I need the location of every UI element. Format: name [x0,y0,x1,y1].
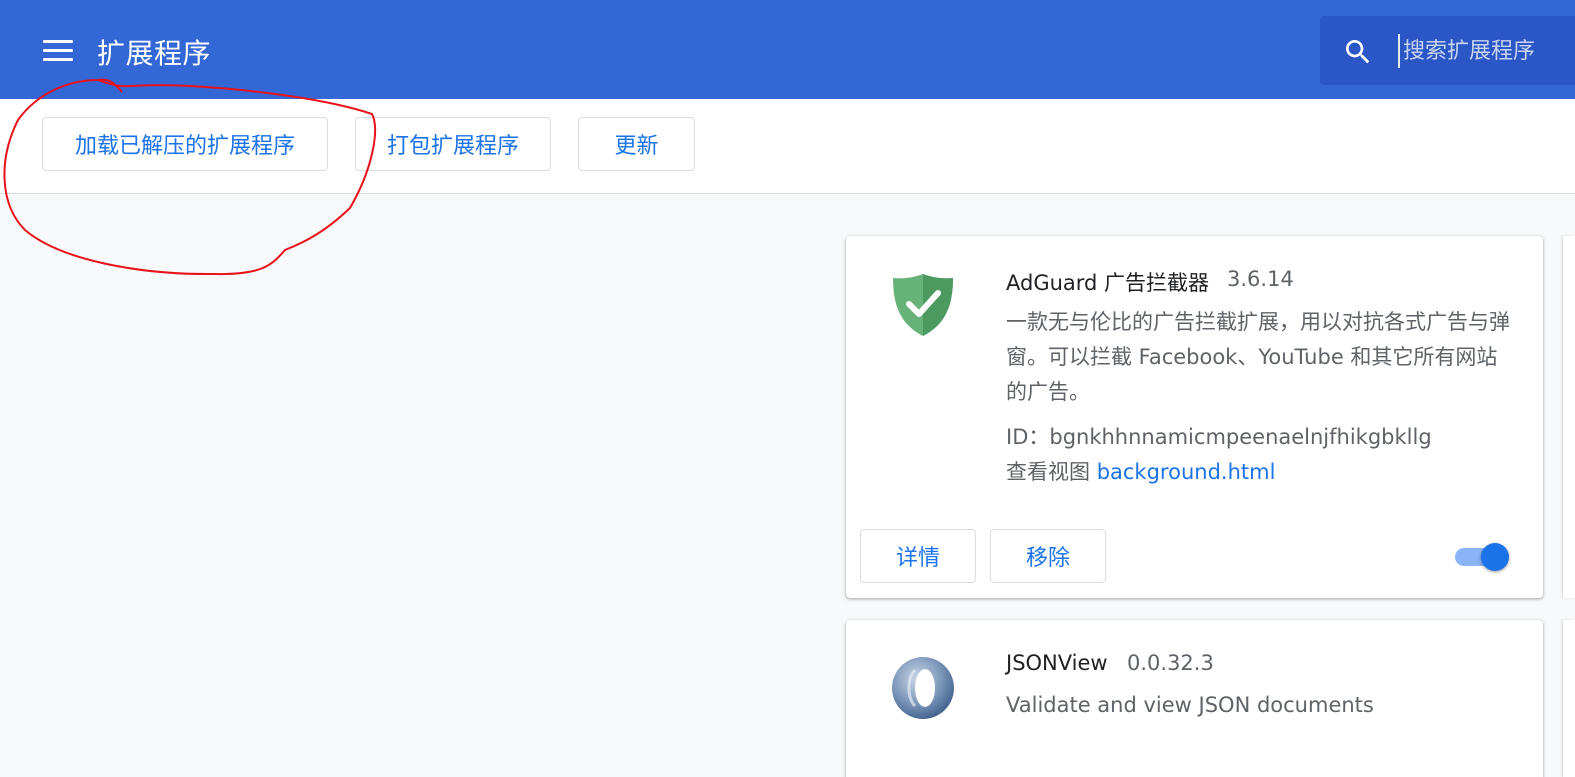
developer-toolbar: 加载已解压的扩展程序 打包扩展程序 更新 [0,99,1575,194]
enable-toggle[interactable] [1455,543,1511,571]
hamburger-menu-icon[interactable] [43,40,73,62]
extension-version: 0.0.32.3 [1127,651,1214,675]
details-button[interactable]: 详情 [860,529,976,583]
page-title: 扩展程序 [97,37,212,70]
search-icon[interactable] [1342,36,1374,68]
extension-description: Validate and view JSON documents [1006,693,1374,717]
extension-card-edge [1563,620,1575,777]
extension-name: JSONView [1006,651,1108,675]
extension-description: 一款无与伦比的广告拦截扩展，用以对抗各式广告与弹窗。可以拦截 Facebook、… [1006,310,1510,404]
search-input[interactable] [1398,34,1575,68]
load-unpacked-button[interactable]: 加载已解压的扩展程序 [42,117,328,171]
toggle-knob [1481,543,1509,571]
search-box[interactable] [1320,16,1575,85]
pack-extension-button[interactable]: 打包扩展程序 [355,117,551,171]
extensions-page: 扩展程序 加载已解压的扩展程序 打包扩展程序 更新 AdGuard 广告拦截器 … [0,0,1575,777]
extension-name: AdGuard 广告拦截器 [1006,271,1210,295]
inspect-views-label: 查看视图 [1006,460,1090,484]
jsonview-ring-icon [892,657,954,719]
background-page-link[interactable]: background.html [1097,460,1276,484]
extension-id: ID：bgnkhhnnamicmpeenaelnjfhikgbkllg [1006,425,1432,449]
remove-button[interactable]: 移除 [990,529,1106,583]
extension-version: 3.6.14 [1227,267,1294,291]
header-bar: 扩展程序 [0,0,1575,99]
update-button[interactable]: 更新 [578,117,695,171]
extension-card-edge [1563,236,1575,598]
inspect-views: 查看视图 background.html [1006,456,1275,486]
shield-check-icon [893,274,953,336]
